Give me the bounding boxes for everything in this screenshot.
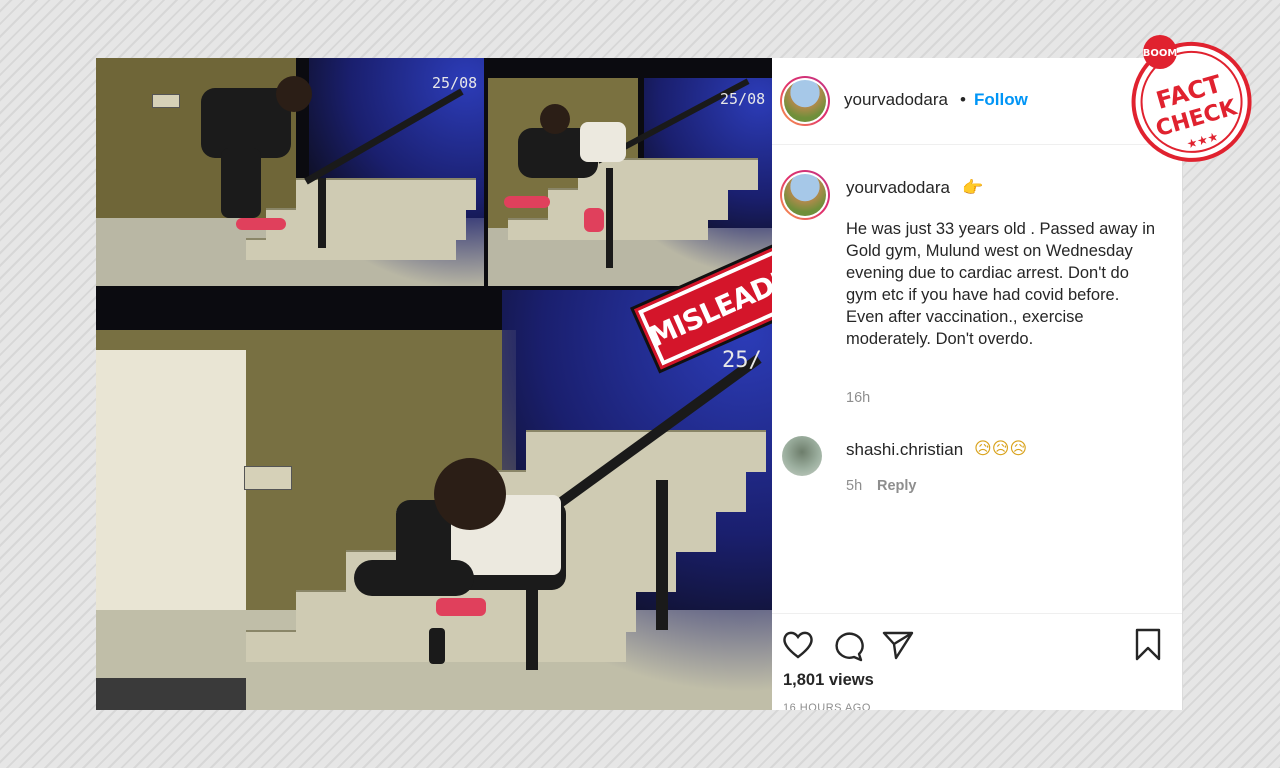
separator-dot: • bbox=[960, 90, 966, 109]
views-count[interactable]: 1,801 views bbox=[783, 671, 874, 690]
commenter-avatar[interactable] bbox=[782, 436, 822, 476]
avatar[interactable] bbox=[780, 76, 830, 126]
comment-time[interactable]: 5h bbox=[846, 478, 862, 494]
post-age[interactable]: 16 HOURS AGO bbox=[783, 702, 871, 710]
post-username[interactable]: yourvadodara bbox=[844, 90, 948, 110]
badge-boom: BOOM bbox=[1143, 48, 1178, 59]
caption-username[interactable]: yourvadodara bbox=[846, 178, 950, 198]
cctv-timestamp: 25/08 bbox=[432, 74, 478, 92]
caption-time[interactable]: 16h bbox=[846, 390, 870, 406]
follow-button[interactable]: Follow bbox=[974, 90, 1028, 110]
post-media[interactable]: 25/08 25/08 25/ bbox=[96, 58, 772, 710]
caption-avatar[interactable] bbox=[780, 170, 830, 220]
bookmark-icon[interactable] bbox=[1134, 628, 1162, 662]
pointing-hand-emoji: 👉 bbox=[962, 178, 984, 198]
comment-username[interactable]: shashi.christian bbox=[846, 440, 963, 460]
cctv-timestamp: 25/08 bbox=[720, 90, 766, 108]
reply-button[interactable]: Reply bbox=[877, 478, 917, 494]
share-icon[interactable] bbox=[882, 630, 914, 660]
caption-text: He was just 33 years old . Passed away i… bbox=[846, 220, 1156, 348]
heart-icon[interactable] bbox=[782, 630, 814, 660]
cctv-frame-2: 25/08 bbox=[488, 78, 772, 286]
post-header: yourvadodara • Follow bbox=[772, 58, 1182, 145]
comment-icon[interactable] bbox=[832, 630, 864, 662]
actions-divider bbox=[772, 613, 1182, 614]
cctv-timestamp: 25/ bbox=[722, 348, 762, 373]
comment-text: 😥😥😥 bbox=[974, 439, 1028, 459]
post-details-panel: yourvadodara • Follow yourvadodara 👉 He … bbox=[772, 58, 1183, 710]
cctv-frame-1: 25/08 bbox=[96, 58, 484, 286]
fact-check-badge: FACT CHECK ★★★ BOOM bbox=[1131, 35, 1252, 162]
